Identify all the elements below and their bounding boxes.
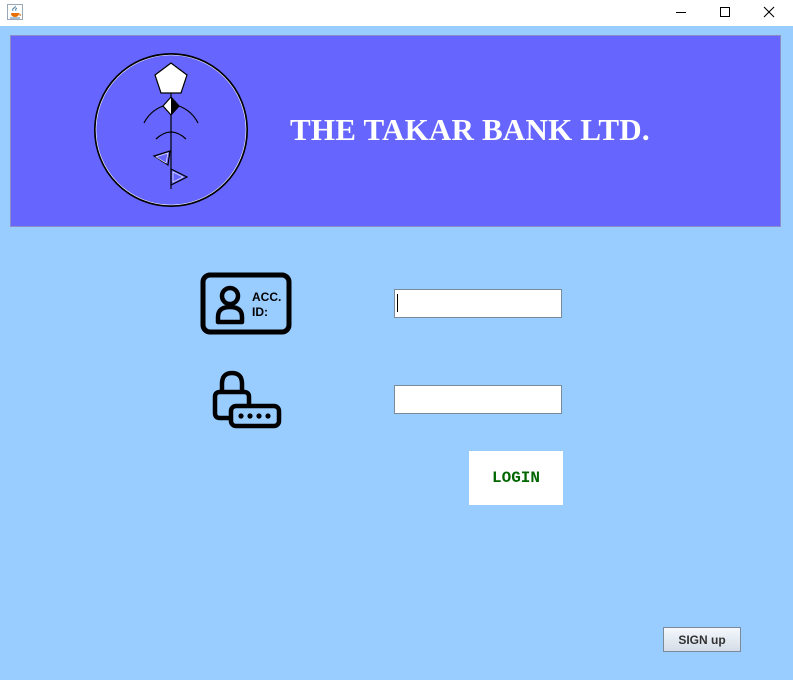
- padlock-password-icon: [212, 370, 282, 429]
- login-button[interactable]: LOGIN: [469, 451, 563, 505]
- minimize-button[interactable]: [658, 0, 704, 24]
- window-titlebar: [0, 0, 793, 26]
- close-icon: [763, 6, 775, 18]
- maximize-icon: [720, 7, 730, 17]
- header-banner: THE TAKAR BANK LTD.: [10, 35, 781, 227]
- signup-button[interactable]: SIGN up: [663, 627, 741, 652]
- svg-text:ID:: ID:: [252, 305, 268, 319]
- password-field[interactable]: [394, 385, 562, 414]
- account-id-field[interactable]: [394, 289, 562, 318]
- bank-logo: [94, 53, 248, 207]
- bank-name-title: THE TAKAR BANK LTD.: [290, 112, 650, 147]
- java-cup-icon[interactable]: [7, 4, 23, 20]
- account-id-card-icon: ACC. ID:: [200, 272, 292, 335]
- close-button[interactable]: [746, 0, 792, 24]
- minimize-icon: [676, 12, 686, 13]
- maximize-button[interactable]: [702, 0, 748, 24]
- svg-text:ACC.: ACC.: [252, 290, 281, 304]
- text-caret: [397, 294, 398, 312]
